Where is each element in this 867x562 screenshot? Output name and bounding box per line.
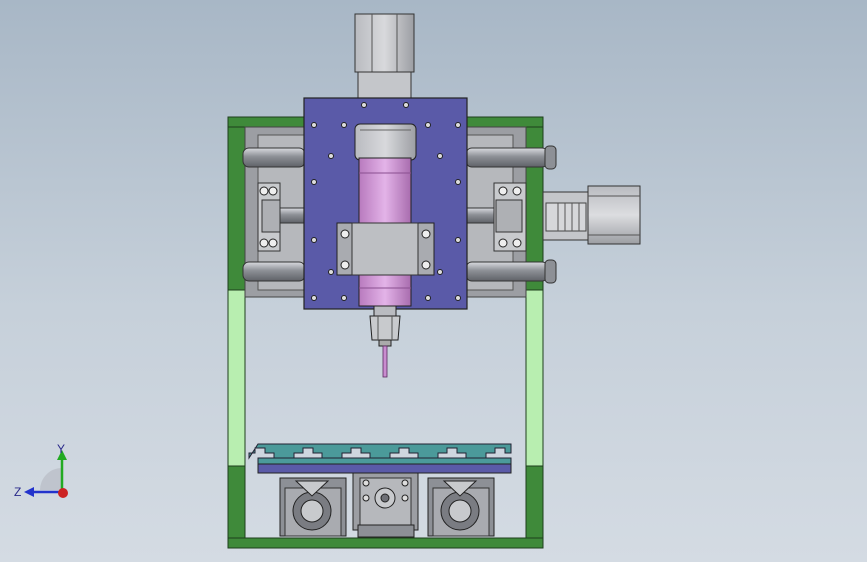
cad-viewport[interactable]: Y Z bbox=[0, 0, 867, 562]
y-axis-bearings bbox=[279, 472, 495, 538]
left-bearing-block bbox=[257, 182, 281, 252]
triad-y-label: Y bbox=[57, 442, 66, 456]
triad-axes-icon bbox=[24, 450, 68, 498]
coordinate-triad: Y Z bbox=[10, 436, 80, 516]
cnc-assembly-model[interactable] bbox=[0, 0, 867, 562]
right-bearing-block bbox=[493, 182, 527, 252]
z-axis-stepper-motor[interactable] bbox=[354, 13, 415, 99]
slotted-aluminium-bed bbox=[248, 443, 512, 474]
triad-z-label: Z bbox=[14, 485, 22, 499]
x-axis-stepper-motor[interactable] bbox=[542, 185, 641, 245]
